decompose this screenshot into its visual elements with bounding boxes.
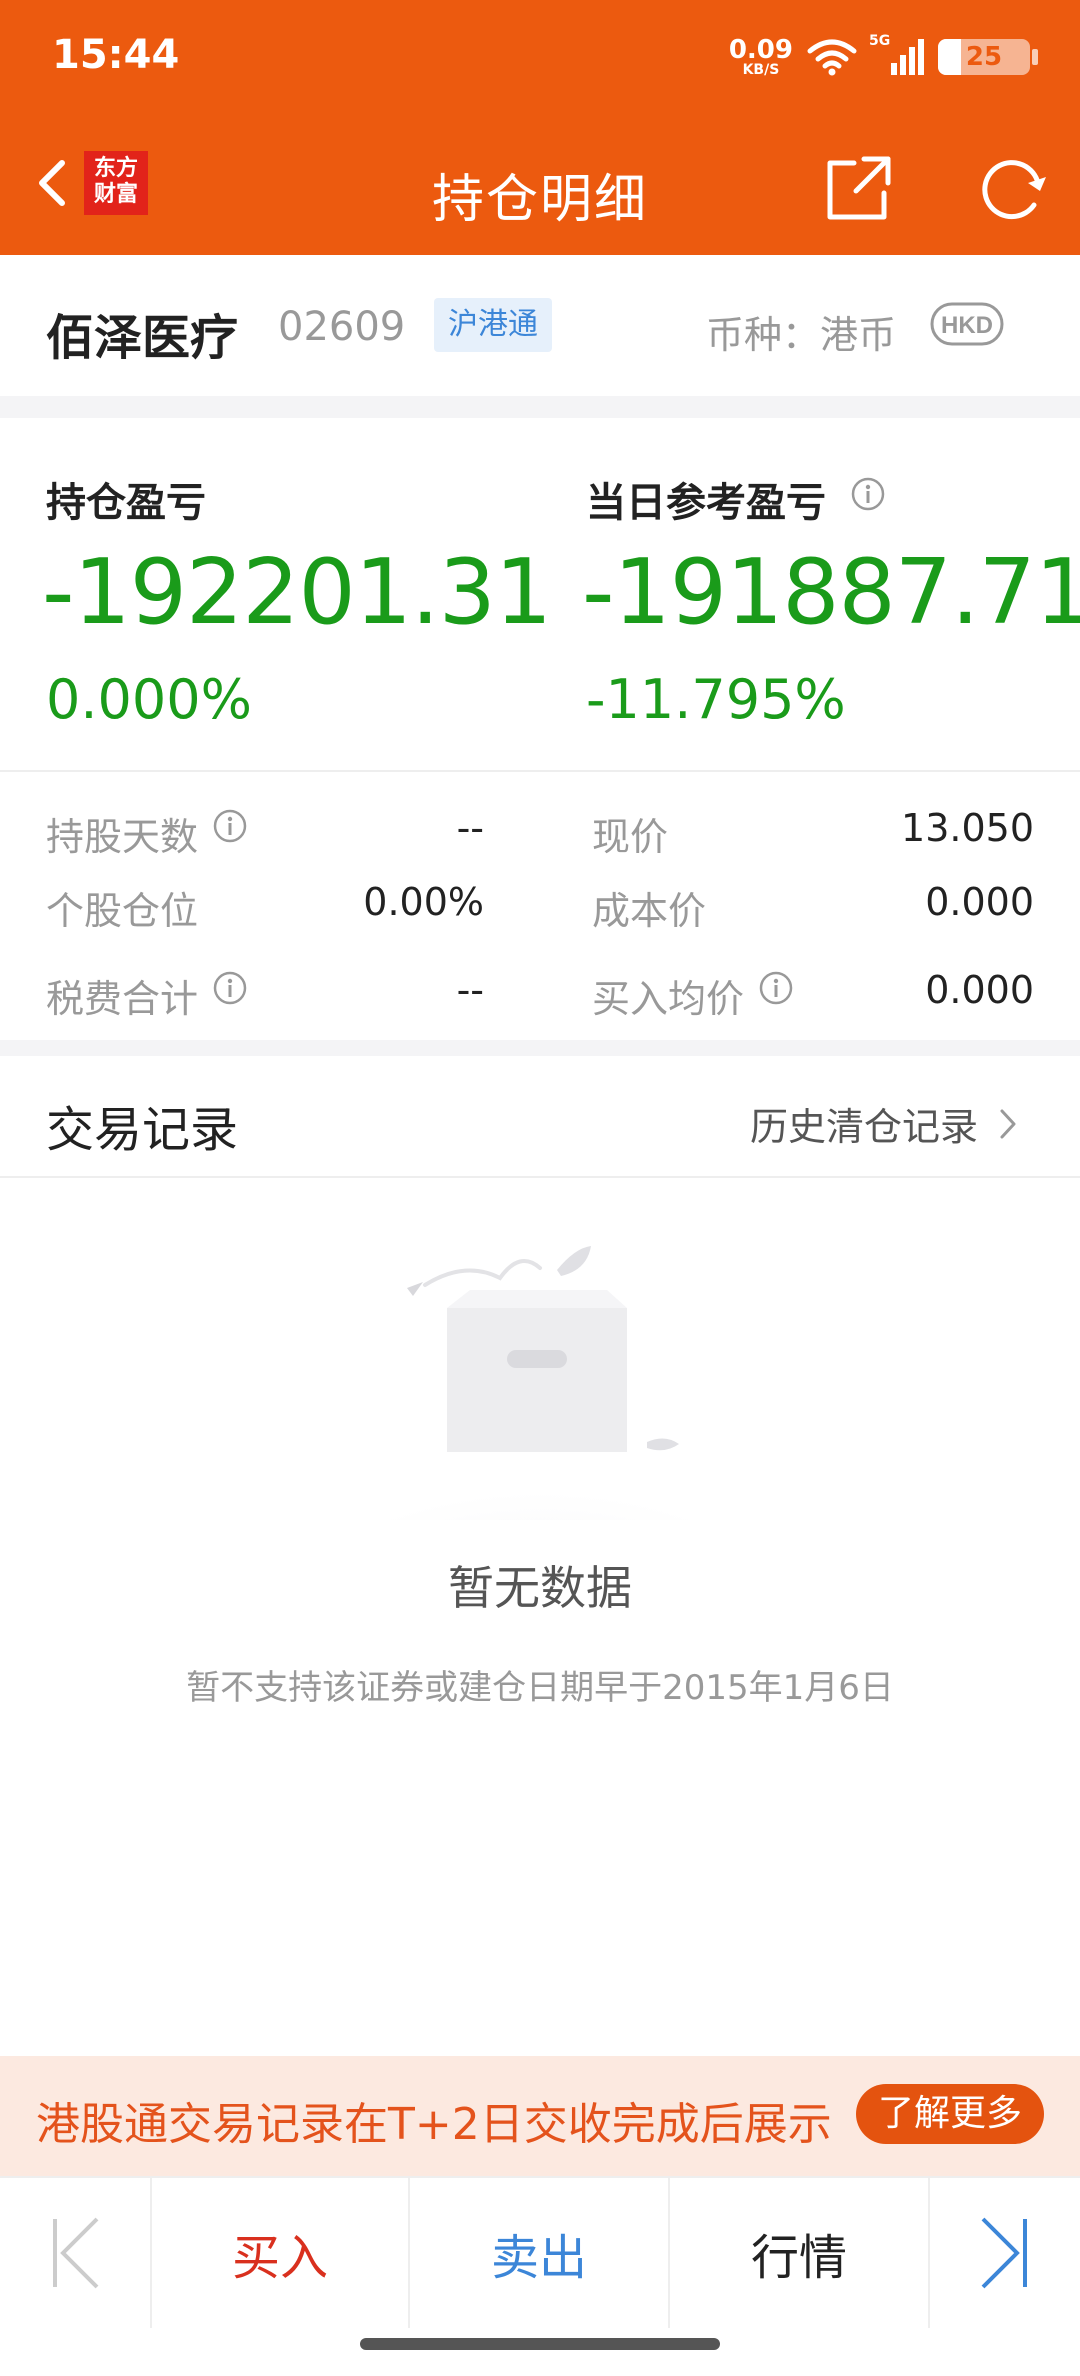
skip-previous-icon (53, 2217, 99, 2289)
buy-button[interactable]: 买入 (152, 2178, 408, 2328)
daily-pnl-value: -191887.71 (582, 540, 1080, 645)
empty-box-illustration (300, 1246, 780, 1520)
current-price-label: 现价 (592, 815, 669, 859)
notice-bar: 港股通交易记录在T+2日交收完成后展示 了解更多 (0, 2056, 1080, 2176)
market-badge: 沪港通 (434, 298, 552, 352)
status-bar: 15:44 0.09 KB/S 5G 25 (0, 0, 1080, 115)
trade-records-title: 交易记录 (46, 1102, 239, 1158)
divider (0, 1176, 1080, 1178)
battery-icon: 25 (938, 39, 1038, 75)
section-separator (0, 396, 1080, 418)
signal-type-label: 5G (869, 33, 891, 49)
stock-code: 02609 (278, 304, 406, 350)
notice-text: 港股通交易记录在T+2日交收完成后展示 (36, 2099, 832, 2150)
network-speed: 0.09 KB/S (729, 37, 793, 77)
cell-signal-icon: 5G (869, 33, 924, 75)
wifi-icon (807, 39, 857, 76)
status-indicators: 0.09 KB/S 5G 25 (729, 32, 1038, 82)
next-stock-button[interactable] (930, 2178, 1080, 2328)
nav-bar: 东方 财富 持仓明细 (0, 115, 1080, 255)
hkd-icon-text: HKD (941, 312, 993, 339)
empty-state-subtitle: 暂不支持该证券或建仓日期早于2015年1月6日 (186, 1668, 894, 1708)
chevron-right-icon (1000, 1109, 1016, 1138)
home-indicator[interactable] (360, 2338, 720, 2350)
avg-buy-price-label: 买入均价 (592, 977, 745, 1021)
cost-price-label: 成本价 (592, 889, 707, 933)
info-icon[interactable] (850, 476, 886, 512)
daily-pnl-pct: -11.795% (586, 668, 846, 731)
tax-total-label: 税费合计 (46, 977, 199, 1021)
info-icon[interactable] (212, 808, 248, 844)
position-pnl-pct: 0.000% (46, 668, 252, 731)
network-speed-unit: KB/S (742, 62, 780, 78)
position-pnl-label: 持仓盈亏 (46, 480, 206, 526)
info-icon[interactable] (758, 970, 794, 1006)
history-clearance-link[interactable]: 历史清仓记录 (750, 1096, 1018, 1151)
share-icon[interactable] (824, 153, 894, 223)
battery-text: 25 (965, 42, 1003, 72)
sell-button[interactable]: 卖出 (410, 2178, 668, 2328)
skip-next-icon (981, 2217, 1027, 2289)
network-speed-value: 0.09 (728, 35, 793, 65)
info-icon[interactable] (212, 970, 248, 1006)
tax-total-value: -- (456, 968, 484, 1012)
position-pnl-value: -192201.31 (42, 540, 552, 645)
refresh-icon[interactable] (976, 153, 1048, 225)
holding-days-label: 持股天数 (46, 815, 199, 859)
section-separator (0, 1040, 1080, 1056)
history-link-label: 历史清仓记录 (749, 1105, 978, 1149)
cost-price-value: 0.000 (925, 880, 1034, 924)
position-ratio-label: 个股仓位 (46, 889, 199, 933)
current-price-value: 13.050 (901, 806, 1034, 850)
currency-label: 币种：港币 (706, 313, 897, 357)
prev-stock-button[interactable] (0, 2178, 150, 2328)
status-time: 15:44 (52, 32, 180, 78)
empty-state-title: 暂无数据 (448, 1561, 632, 1615)
stock-name: 佰泽医疗 (46, 310, 239, 366)
page-title: 持仓明细 (431, 170, 648, 230)
avg-buy-price-value: 0.000 (925, 968, 1034, 1012)
position-ratio-value: 0.00% (363, 880, 484, 924)
divider (0, 770, 1080, 772)
daily-pnl-label: 当日参考盈亏 (586, 480, 826, 526)
battery-level-fill (938, 39, 961, 75)
quote-button[interactable]: 行情 (670, 2178, 928, 2328)
hkd-currency-icon: HKD (930, 302, 1004, 346)
holding-days-value: -- (456, 806, 484, 850)
learn-more-button[interactable]: 了解更多 (855, 2084, 1044, 2144)
bottom-toolbar: 买入 卖出 行情 (0, 2176, 1080, 2328)
